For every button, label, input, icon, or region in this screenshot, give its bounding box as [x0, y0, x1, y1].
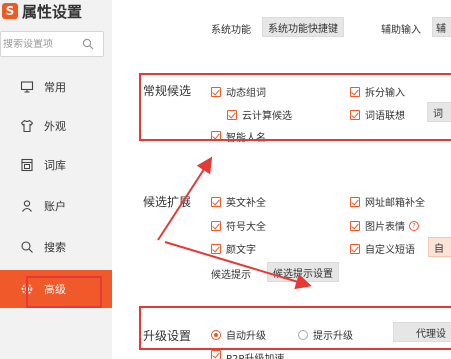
search-box[interactable] [0, 31, 104, 57]
p2p-upgrade-checkbox[interactable]: P2P升级加速 [211, 350, 284, 359]
system-shortcut-button[interactable]: 系统功能快捷键 [262, 17, 344, 37]
custom-phrase-checkbox[interactable]: 自定义短语 [350, 241, 415, 256]
checkbox-checked-icon [211, 243, 221, 254]
candidate-hint-settings-button[interactable]: 候选提示设置 [267, 262, 339, 282]
english-completion-checkbox[interactable]: 英文补全 [211, 194, 266, 209]
sidebar-item-appearance[interactable]: 外观 [0, 107, 112, 145]
sidebar-item-label: 词库 [44, 159, 66, 172]
candidate-hint-label: 候选提示 [211, 270, 251, 281]
sidebar-item-label: 常用 [44, 81, 66, 94]
system-function-label: 系统功能 [211, 25, 251, 36]
assist-input-button[interactable]: 辅 [432, 17, 451, 37]
section-title-candidate-extension: 候选扩展 [143, 195, 192, 209]
checkbox-checked-icon [350, 243, 360, 254]
sidebar-item-dictionary[interactable]: 词库 [0, 146, 112, 184]
app-title: 属性设置 [22, 2, 83, 21]
app-logo: S [2, 3, 18, 19]
app-title-bar: S 属性设置 [0, 0, 112, 22]
settings-panel: 系统功能 系统功能快捷键 辅助输入 辅 常规候选 动态组词 拆分输入 云计算候选… [112, 0, 451, 359]
sidebar-item-search[interactable]: 搜索 [0, 228, 112, 266]
monitor-icon [19, 79, 35, 95]
checkbox-checked-icon [350, 196, 360, 207]
web-email-completion-checkbox[interactable]: 网址邮箱补全 [350, 194, 425, 209]
image-emoji-checkbox[interactable]: 图片表情? [350, 218, 419, 233]
kaomoji-checkbox[interactable]: 颜文字 [211, 241, 256, 256]
sidebar-item-account[interactable]: 账户 [0, 187, 112, 225]
sidebar-item-label: 搜索 [44, 241, 66, 254]
checkbox-checked-icon [211, 196, 221, 207]
search-icon [19, 239, 35, 255]
sidebar-item-label: 账户 [44, 200, 66, 213]
checkbox-checked-icon [350, 220, 360, 231]
sidebar-item-common[interactable]: 常用 [0, 68, 112, 106]
search-input[interactable] [1, 38, 79, 50]
user-icon [19, 198, 35, 214]
annotation-highlight-box [139, 73, 451, 141]
help-icon[interactable]: ? [409, 220, 419, 231]
annotation-highlight-box [26, 276, 102, 308]
sidebar: S 属性设置 常用 外观 词库 账户 搜索 [0, 0, 112, 359]
checkbox-checked-icon [211, 220, 221, 231]
annotation-highlight-box [139, 306, 451, 350]
checkbox-checked-icon [211, 350, 221, 359]
sidebar-item-label: 外观 [44, 120, 66, 133]
dictionary-icon [19, 157, 35, 173]
assist-input-label: 辅助输入 [381, 25, 421, 36]
symbol-collection-checkbox[interactable]: 符号大全 [211, 218, 266, 233]
custom-phrase-settings-button[interactable]: 自 [428, 237, 451, 257]
shirt-icon [19, 118, 35, 134]
search-icon[interactable] [79, 35, 97, 53]
